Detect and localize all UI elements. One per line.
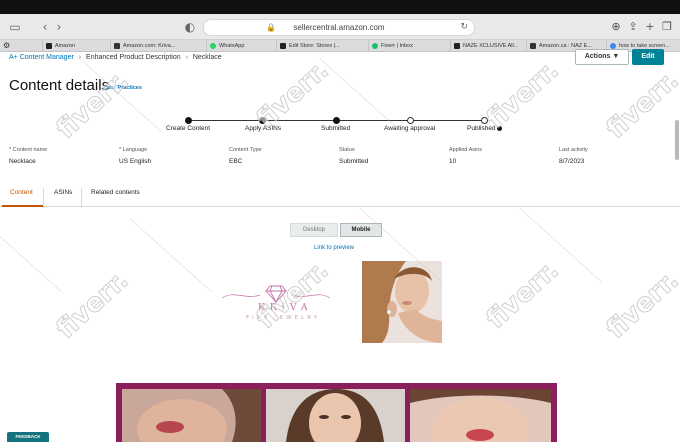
tab-divider [81,188,82,208]
tab-label: Amazon.com: Kriva... [123,43,176,49]
chevron-right-icon: › [185,54,188,61]
forward-icon[interactable]: › [52,20,66,34]
chevron-right-icon: › [78,54,82,61]
watermark-line [129,217,212,293]
applied-asins-label: Applied Asins [449,147,483,153]
sidebar-icon[interactable]: ▭ [8,20,22,34]
product-banner [116,383,557,442]
browser-tab[interactable]: NAZE XCLUSIVE All... [450,40,526,52]
browser-tab[interactable]: Edit Store: Stores |... [276,40,368,52]
edit-button[interactable]: Edit [632,49,664,65]
status-label: Status [339,147,355,153]
watermark-line [0,217,62,293]
watermark-line [319,57,402,133]
tab-label: WhatsApp [219,43,245,49]
actions-button[interactable]: Actions ▼ [575,49,629,65]
step-dot-published [481,117,488,124]
breadcrumb-current: Necklace [192,54,222,61]
amazon-favicon-icon [454,43,460,49]
content-type-label: Content Type [229,147,262,153]
mobile-toggle-button[interactable]: Mobile [340,223,382,237]
whatsapp-favicon-icon [210,43,216,49]
breadcrumb-link-middle[interactable]: Enhanced Product Description [86,54,181,61]
reload-icon[interactable]: ↻ [460,20,468,35]
banner-photo-left [122,389,261,442]
step-label-apply: Apply ASINs [245,125,282,132]
amazon-favicon-icon [46,43,52,49]
page-title: Content details [9,77,110,94]
best-practices-link[interactable]: Best Practices [104,85,142,91]
breadcrumb-link-root[interactable]: A+ Content Manager [9,54,74,61]
browser-toolbar: ▭ ‹ › ◐ 🔒 sellercentral.amazon.com ↻ ⊕ ⇪… [0,0,680,40]
flourish-icon [221,294,331,299]
banner-photo-right [410,389,551,442]
amazon-favicon-icon [530,43,536,49]
last-activity-label: Last activity [559,147,588,153]
status-value: Submitted [339,158,369,165]
amazon-favicon-icon [114,43,120,49]
shield-icon[interactable]: ◐ [183,20,197,34]
watermark-line [79,57,162,133]
lock-icon: 🔒 [266,23,276,32]
fiverr-watermark-icon: fiverr. [480,255,565,336]
step-dot-awaiting [407,117,414,124]
fiverr-watermark-icon: fiverr. [600,65,680,146]
diamond-icon [265,285,287,303]
step-label-awaiting: Awaiting approval [384,125,436,132]
feedback-button[interactable]: FEEDBACK [7,432,49,442]
fiverr-watermark-icon: fiverr. [50,265,135,346]
tab-asins[interactable]: ASINs [54,189,72,196]
step-label-submitted: Submitted [321,125,351,132]
active-tab-indicator [2,205,43,207]
last-activity-value: 8/7/2023 [559,158,585,165]
browser-tab[interactable]: Amazon [42,40,110,52]
step-label-published: Published [467,125,496,132]
tab-label: NAZE XCLUSIVE All... [463,43,519,49]
tab-overview-icon[interactable]: ❐ [661,21,673,33]
back-icon[interactable]: ‹ [38,20,52,34]
logo-name: KRIVA [258,303,313,313]
fiverr-favicon-icon [372,43,378,49]
watermark-line [519,207,602,283]
step-label-create: Create Content [166,125,211,132]
model-photo [362,261,442,343]
url-text: sellercentral.amazon.com [293,23,385,32]
step-dot-submitted [333,117,340,124]
breadcrumb: A+ Content Manager › Enhanced Product De… [9,54,222,61]
browser-tab[interactable]: WhatsApp [206,40,276,52]
step-dot-create [185,117,192,124]
applied-asins-value: 10 [449,158,457,165]
desktop-toggle-button[interactable]: Desktop [290,223,338,237]
tab-label: Amazon [55,43,76,49]
gear-icon[interactable]: ⚙ [3,41,10,50]
share-icon[interactable]: ⇪ [627,21,639,33]
language-label: * Language [119,147,148,153]
tab-related-contents[interactable]: Related contents [91,189,140,196]
screen-top-bezel [0,0,680,14]
fiverr-watermark-icon: fiverr. [600,265,680,346]
tab-divider [43,188,44,208]
tab-label: Fiverr | Inbox [381,43,413,49]
download-icon[interactable]: ⊕ [610,21,622,33]
address-bar[interactable]: 🔒 sellercentral.amazon.com ↻ [203,19,475,36]
content-name-label: * Content name [9,147,48,153]
tab-label: Edit Store: Stores |... [289,43,340,49]
link-to-preview[interactable]: Link to preview [314,245,354,251]
banner-photo-center [266,389,405,442]
fiverr-watermark-icon: fiverr. [480,55,565,136]
new-tab-icon[interactable]: + [644,21,656,33]
logo-subtitle: FINE JEWELRY [246,315,321,321]
tab-content[interactable]: Content [10,189,33,196]
content-type-value: EBC [229,158,243,165]
step-dot-apply [259,117,266,124]
page-scrollbar[interactable] [675,120,679,160]
info-icon[interactable] [497,126,502,131]
content-name-value: Necklace [9,158,36,165]
content-tabs: Content ASINs Related contents [0,183,680,208]
amazon-favicon-icon [280,43,286,49]
language-value: US English [119,158,152,165]
browser-tab[interactable]: Amazon.com: Kriva... [110,40,206,52]
browser-tab[interactable]: Fiverr | Inbox [368,40,450,52]
